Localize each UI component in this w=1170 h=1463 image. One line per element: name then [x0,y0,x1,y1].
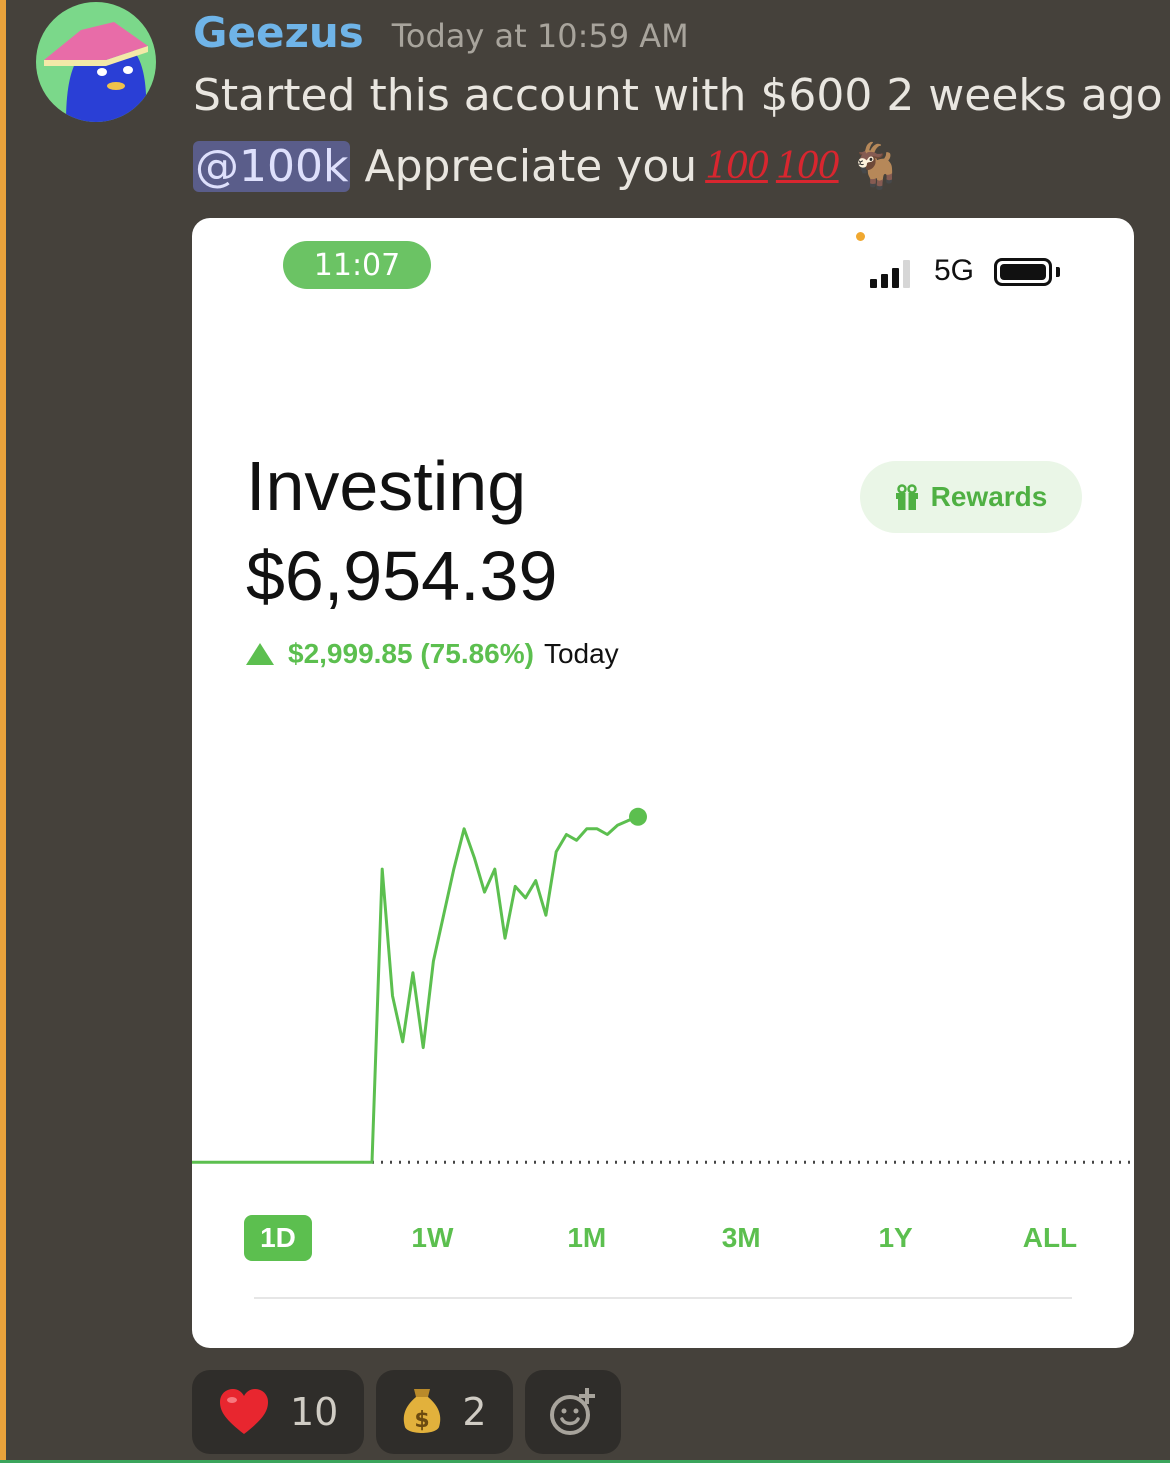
range-1w[interactable]: 1W [398,1215,466,1261]
chart-current-point [629,807,647,826]
range-1m[interactable]: 1M [553,1215,621,1261]
reaction-count: 10 [290,1390,339,1434]
rewards-label: Rewards [930,481,1048,512]
status-time: 11:07 [283,241,431,289]
privacy-indicator-icon [856,232,865,241]
divider [254,1297,1072,1299]
battery-icon [994,258,1052,286]
message-text-line-1: Started this account with $600 2 weeks a… [193,70,1163,121]
heart-icon [220,1389,268,1434]
reaction-money-bag[interactable]: $ 2 [376,1370,513,1454]
money-bag-icon: $ [404,1389,441,1433]
change-amount: $2,999.85 (75.86%) [288,638,534,669]
user-mention[interactable]: @100k [193,140,351,192]
gift-icon [895,484,919,510]
range-all[interactable]: ALL [1016,1215,1084,1261]
user-avatar[interactable] [36,2,156,122]
hundred-points-icon: 100 [775,145,841,187]
message-text: Appreciate you [364,140,698,192]
reaction-heart[interactable]: 10 [192,1370,365,1454]
page-title: Investing [246,447,527,525]
up-arrow-icon [246,643,274,665]
time-range-selector: 1D 1W 1M 3M 1Y ALL [244,1215,1084,1261]
message-timestamp: Today at 10:59 AM [391,17,689,55]
attached-screenshot[interactable]: 11:07 5G Investing $6,954.39 $2,999.85 (… [192,218,1134,1348]
message-text-line-2: @100k Appreciate you 100 100 🐐 [193,140,903,192]
reaction-count: 2 [462,1390,487,1434]
add-reaction-icon [549,1388,595,1435]
goat-icon: 🐐 [848,141,904,192]
range-3m[interactable]: 3M [707,1215,775,1261]
rewards-button[interactable]: Rewards [860,461,1082,533]
chart-series-line [192,815,639,1164]
username[interactable]: Geezus [193,8,364,57]
portfolio-line-chart[interactable] [192,778,1134,1198]
portfolio-balance: $6,954.39 [246,537,558,615]
reaction-bar: 10 $ 2 [192,1370,621,1454]
battery-tip [1056,267,1060,277]
message-header: Geezus Today at 10:59 AM [193,8,689,68]
daily-change: $2,999.85 (75.86%) Today [246,638,619,670]
change-period: Today [543,638,619,669]
range-1d[interactable]: 1D [244,1215,312,1261]
signal-strength-icon [870,258,910,288]
hundred-points-icon: 100 [705,145,770,187]
add-reaction-button[interactable] [524,1370,621,1454]
unread-accent-bar [0,0,6,1463]
range-1y[interactable]: 1Y [862,1215,930,1261]
avatar-image [36,2,156,122]
network-type: 5G [934,254,975,287]
svg-text:$: $ [415,1408,430,1433]
